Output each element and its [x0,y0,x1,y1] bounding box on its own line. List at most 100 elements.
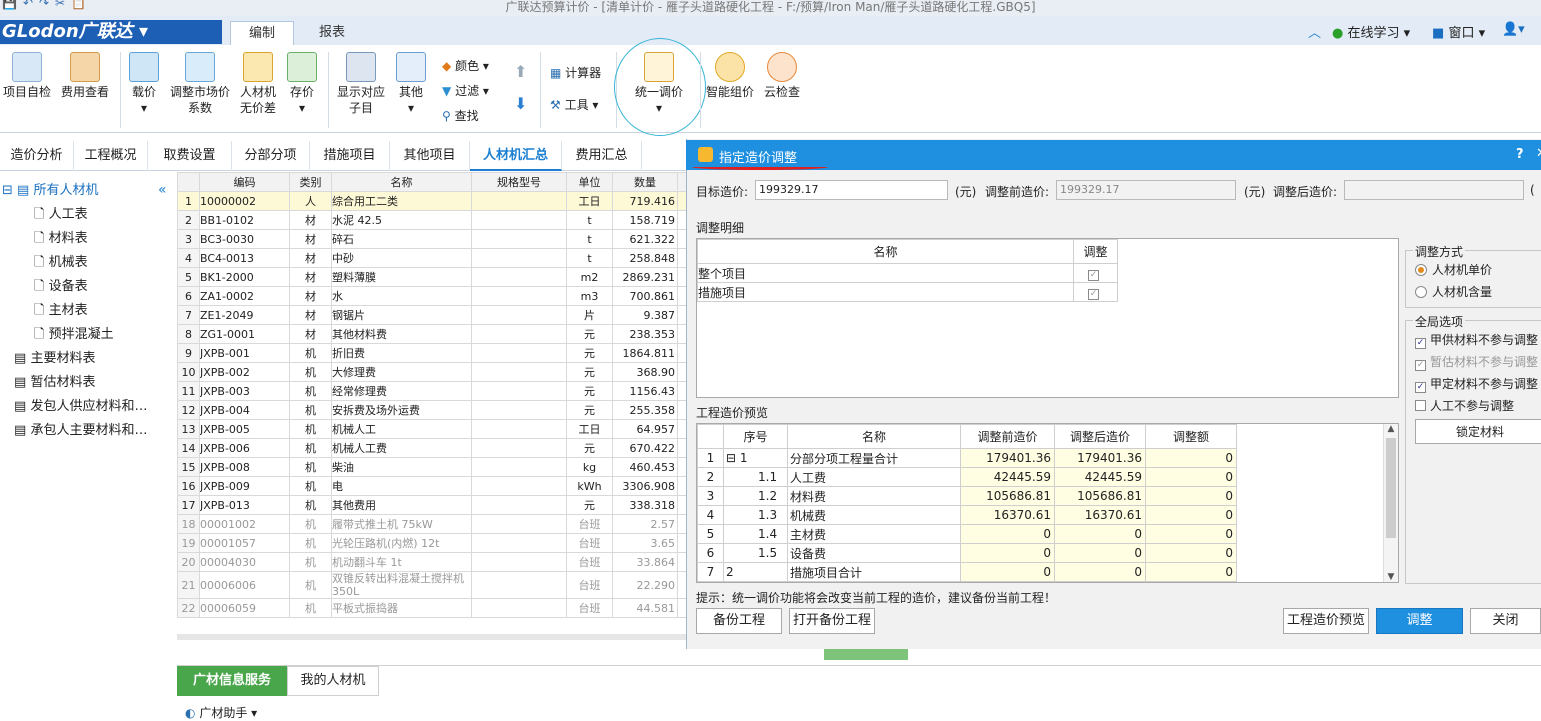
cell-code[interactable]: ZG1-0001 [199,324,290,344]
cell-category[interactable]: 机 [289,552,332,572]
other-button[interactable]: 其他 ▾ [394,52,428,116]
cell-name[interactable]: 机械人工 [331,419,472,439]
cell-qty[interactable]: 158.719 [612,210,678,230]
cell-code[interactable]: BC4-0013 [199,248,290,268]
table-row[interactable]: 22 00006059 机平板式振捣器 台班 44.581 [177,598,686,618]
preview-button[interactable]: 工程造价预览 [1283,608,1369,634]
tree-item-machine[interactable]: 🗋 机械表 [34,251,88,275]
cell-qty[interactable]: 460.453 [612,457,678,477]
cell-unit[interactable]: kg [566,457,613,477]
row-number[interactable]: 2 [177,210,200,230]
cell-spec[interactable] [471,495,567,515]
cell-unit[interactable]: 片 [566,305,613,325]
app-logo[interactable]: GLodon广联达 ▾ [0,20,222,44]
cell-unit[interactable]: m3 [566,286,613,306]
cell-category[interactable]: 机 [289,457,332,477]
cell-code[interactable]: 00001057 [199,533,290,553]
checkbox[interactable]: ✓ [1415,360,1426,371]
detail-row-checkbox[interactable]: ✓ [1088,289,1099,300]
cell-code[interactable]: JXPB-009 [199,476,290,496]
cell-unit[interactable]: 元 [566,324,613,344]
cell-category[interactable]: 机 [289,362,332,382]
scroll-up-icon[interactable]: ▲ [1384,424,1398,434]
cell-name[interactable]: 其他费用 [331,495,472,515]
grid-header-category[interactable]: 类别 [289,172,332,192]
cell-qty[interactable]: 238.353 [612,324,678,344]
tree-group-main-materials[interactable]: ▤ 主要材料表 [14,347,95,366]
cell-name[interactable]: 安拆费及场外运费 [331,400,472,420]
collapse-ribbon-icon[interactable]: ︿ [1308,22,1321,41]
backup-button[interactable]: 备份工程 [696,608,782,634]
cell-code[interactable]: JXPB-006 [199,438,290,458]
show-sub-item-button[interactable]: 显示对应 子目 [334,52,388,116]
cell-name[interactable]: 中砂 [331,248,472,268]
tree-group-employer-supply[interactable]: ▤ 发包人供应材料和… [14,395,147,414]
cell-category[interactable]: 机 [289,514,332,534]
cell-qty[interactable]: 1864.811 [612,343,678,363]
option-employer-supply[interactable]: ✓ 甲供材料不参与调整 [1415,331,1538,349]
tree-item-equipment[interactable]: 🗋 设备表 [34,275,88,299]
cell-unit[interactable]: 工日 [566,191,613,211]
cell-category[interactable]: 材 [289,305,332,325]
open-backup-button[interactable]: 打开备份工程 [789,608,875,634]
cell-spec[interactable] [471,438,567,458]
row-number[interactable]: 13 [177,419,200,439]
tab-cost-analysis[interactable]: 造价分析 [0,141,74,171]
cell-qty[interactable]: 368.90 [612,362,678,382]
cell-category[interactable]: 机 [289,495,332,515]
option-provisional[interactable]: ✓ 暂估材料不参与调整 [1415,353,1538,371]
row-number[interactable]: 1 [177,191,200,211]
cell-spec[interactable] [471,305,567,325]
adjust-button[interactable]: 调整 [1376,608,1463,634]
cell-qty[interactable]: 64.957 [612,419,678,439]
cell-qty[interactable]: 621.322 [612,229,678,249]
cell-qty[interactable]: 255.358 [612,400,678,420]
find-button[interactable]: ⚲ 查找 [442,107,479,124]
cell-name[interactable]: 塑料薄膜 [331,267,472,287]
checkbox[interactable] [1415,400,1426,411]
no-price-diff-button[interactable]: 人材机 无价差 [238,52,278,116]
table-row[interactable]: 18 00001002 机履带式推土机 75kW 台班 2.57 [177,514,686,534]
cell-unit[interactable]: 元 [566,381,613,401]
tab-other-items[interactable]: 其他项目 [390,141,470,171]
table-row[interactable]: 6 ZA1-0002 材水 m3 700.861 [177,286,686,306]
tab-measures[interactable]: 措施项目 [310,141,390,171]
cell-name[interactable]: 光轮压路机(内燃) 12t [331,533,472,553]
preview-row[interactable]: 3 1.2 材料费 105686.81 105686.81 0 [697,486,1237,506]
cloud-check-button[interactable]: 云检查 [760,52,804,100]
cell-spec[interactable] [471,267,567,287]
cell-category[interactable]: 机 [289,476,332,496]
cell-code[interactable]: ZA1-0002 [199,286,290,306]
row-number[interactable]: 18 [177,514,200,534]
cell-code[interactable]: BC3-0030 [199,229,290,249]
cell-category[interactable]: 材 [289,210,332,230]
tree-item-labor[interactable]: 🗋 人工表 [34,203,88,227]
cell-name[interactable]: 水泥 42.5 [331,210,472,230]
fee-view-button[interactable]: 费用查看 [58,52,112,100]
cell-qty[interactable]: 3306.908 [612,476,678,496]
cell-unit[interactable]: 元 [566,400,613,420]
table-row[interactable]: 8 ZG1-0001 材其他材料费 元 238.353 [177,324,686,344]
expand-icon[interactable]: ⊟ [2,183,13,198]
cell-spec[interactable] [471,400,567,420]
preview-row[interactable]: 2 1.1 人工费 42445.59 42445.59 0 [697,467,1237,487]
cell-unit[interactable]: 台班 [566,533,613,553]
load-price-button[interactable]: 载价 ▾ [126,52,162,116]
cell-qty[interactable]: 258.848 [612,248,678,268]
calculator-button[interactable]: ▦ 计算器 [550,64,601,81]
cell-name[interactable]: 履带式推土机 75kW [331,514,472,534]
cell-qty[interactable]: 3.65 [612,533,678,553]
table-row[interactable]: 7 ZE1-2049 材钢锯片 片 9.387 [177,305,686,325]
table-row[interactable]: 19 00001057 机光轮压路机(内燃) 12t 台班 3.65 [177,533,686,553]
cell-unit[interactable]: 元 [566,362,613,382]
scroll-thumb[interactable] [1386,438,1396,538]
row-number[interactable]: 17 [177,495,200,515]
cell-code[interactable]: ZE1-2049 [199,305,290,325]
online-learning-menu[interactable]: ● 在线学习 ▾ [1332,22,1410,41]
cell-code[interactable]: 00006059 [199,598,290,618]
cell-unit[interactable]: t [566,210,613,230]
table-row[interactable]: 5 BK1-2000 材塑料薄膜 m2 2869.231 [177,267,686,287]
cell-code[interactable]: 00006006 [199,571,290,599]
cell-spec[interactable] [471,210,567,230]
preview-row[interactable]: 4 1.3 机械费 16370.61 16370.61 0 [697,505,1237,525]
